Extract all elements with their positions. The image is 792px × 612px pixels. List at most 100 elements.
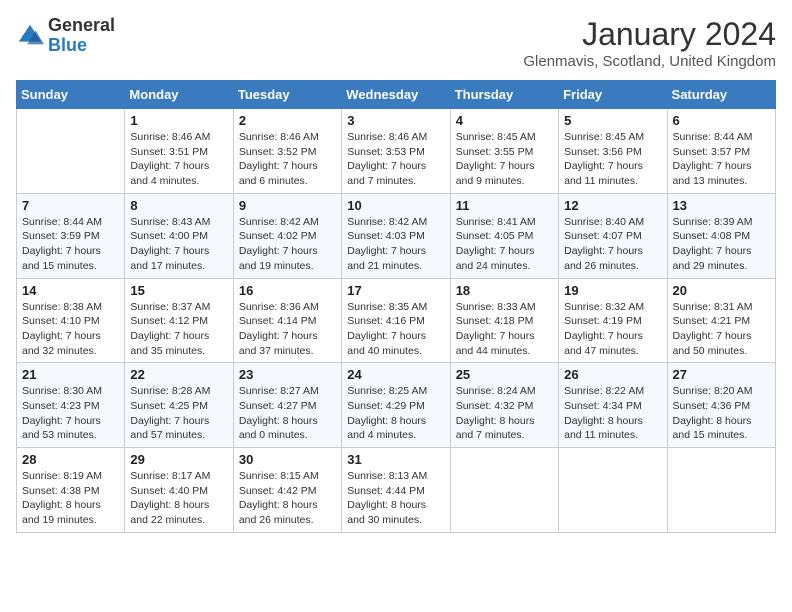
calendar-cell: 16 Sunrise: 8:36 AMSunset: 4:14 PMDayligh… (233, 278, 341, 363)
calendar-cell: 2 Sunrise: 8:46 AMSunset: 3:52 PMDaylight… (233, 109, 341, 194)
day-number: 30 (239, 452, 336, 467)
calendar-cell: 14 Sunrise: 8:38 AMSunset: 4:10 PMDayligh… (17, 278, 125, 363)
day-number: 8 (130, 198, 227, 213)
day-number: 25 (456, 367, 553, 382)
calendar-cell: 31 Sunrise: 8:13 AMSunset: 4:44 PMDayligh… (342, 448, 450, 533)
day-info: Sunrise: 8:15 AMSunset: 4:42 PMDaylight:… (239, 469, 336, 528)
calendar-cell: 26 Sunrise: 8:22 AMSunset: 4:34 PMDayligh… (559, 363, 667, 448)
calendar-cell: 1Sunrise: 8:46 AMSunset: 3:51 PMDaylight… (125, 109, 233, 194)
calendar-cell: 29Sunrise: 8:17 AMSunset: 4:40 PMDayligh… (125, 448, 233, 533)
day-number: 24 (347, 367, 444, 382)
calendar-cell: 23Sunrise: 8:27 AMSunset: 4:27 PMDayligh… (233, 363, 341, 448)
day-number: 26 (564, 367, 661, 382)
day-info: Sunrise: 8:41 AMSunset: 4:05 PMDaylight:… (456, 215, 553, 274)
weekday-header-tuesday: Tuesday (233, 81, 341, 109)
logo-text: General Blue (48, 16, 115, 56)
day-info: Sunrise: 8:44 AMSunset: 3:59 PMDaylight:… (22, 215, 119, 274)
day-number: 13 (673, 198, 770, 213)
calendar: SundayMondayTuesdayWednesdayThursdayFrid… (16, 80, 776, 533)
logo-blue: Blue (48, 36, 115, 56)
day-info: Sunrise: 8:38 AMSunset: 4:10 PMDaylight:… (22, 300, 119, 359)
week-row-3: 14 Sunrise: 8:38 AMSunset: 4:10 PMDayligh… (17, 278, 776, 363)
location: Glenmavis, Scotland, United Kingdom (523, 53, 776, 70)
day-info: Sunrise: 8:19 AMSunset: 4:38 PMDaylight:… (22, 469, 119, 528)
day-number: 2 (239, 113, 336, 128)
day-number: 21 (22, 367, 119, 382)
day-info: Sunrise: 8:45 AMSunset: 3:56 PMDaylight:… (564, 130, 661, 189)
calendar-cell: 12Sunrise: 8:40 AMSunset: 4:07 PMDayligh… (559, 193, 667, 278)
calendar-cell (667, 448, 775, 533)
day-info: Sunrise: 8:30 AMSunset: 4:23 PMDaylight:… (22, 384, 119, 443)
day-info: Sunrise: 8:37 AMSunset: 4:12 PMDaylight:… (130, 300, 227, 359)
calendar-cell: 24 Sunrise: 8:25 AMSunset: 4:29 PMDayligh… (342, 363, 450, 448)
weekday-header-saturday: Saturday (667, 81, 775, 109)
day-number: 16 (239, 283, 336, 298)
day-info: Sunrise: 8:22 AMSunset: 4:34 PMDaylight:… (564, 384, 661, 443)
day-number: 5 (564, 113, 661, 128)
day-info: Sunrise: 8:13 AMSunset: 4:44 PMDaylight:… (347, 469, 444, 528)
weekday-header-wednesday: Wednesday (342, 81, 450, 109)
day-number: 19 (564, 283, 661, 298)
day-info: Sunrise: 8:20 AMSunset: 4:36 PMDaylight:… (673, 384, 770, 443)
calendar-cell: 18 Sunrise: 8:33 AMSunset: 4:18 PMDayligh… (450, 278, 558, 363)
day-info: Sunrise: 8:46 AMSunset: 3:52 PMDaylight:… (239, 130, 336, 189)
calendar-cell (17, 109, 125, 194)
logo-general: General (48, 16, 115, 36)
day-number: 28 (22, 452, 119, 467)
calendar-cell: 22 Sunrise: 8:28 AMSunset: 4:25 PMDayligh… (125, 363, 233, 448)
day-number: 14 (22, 283, 119, 298)
day-info: Sunrise: 8:42 AMSunset: 4:03 PMDaylight:… (347, 215, 444, 274)
calendar-cell: 15 Sunrise: 8:37 AMSunset: 4:12 PMDayligh… (125, 278, 233, 363)
day-number: 9 (239, 198, 336, 213)
calendar-cell: 7 Sunrise: 8:44 AMSunset: 3:59 PMDaylight… (17, 193, 125, 278)
week-row-1: 1Sunrise: 8:46 AMSunset: 3:51 PMDaylight… (17, 109, 776, 194)
day-number: 15 (130, 283, 227, 298)
day-info: Sunrise: 8:27 AMSunset: 4:27 PMDaylight:… (239, 384, 336, 443)
day-number: 11 (456, 198, 553, 213)
calendar-cell: 20 Sunrise: 8:31 AMSunset: 4:21 PMDayligh… (667, 278, 775, 363)
day-info: Sunrise: 8:46 AMSunset: 3:53 PMDaylight:… (347, 130, 444, 189)
logo: General Blue (16, 16, 115, 56)
day-info: Sunrise: 8:36 AMSunset: 4:14 PMDaylight:… (239, 300, 336, 359)
weekday-header-sunday: Sunday (17, 81, 125, 109)
day-number: 4 (456, 113, 553, 128)
day-number: 31 (347, 452, 444, 467)
day-number: 3 (347, 113, 444, 128)
day-info: Sunrise: 8:28 AMSunset: 4:25 PMDaylight:… (130, 384, 227, 443)
day-number: 18 (456, 283, 553, 298)
calendar-cell: 10 Sunrise: 8:42 AMSunset: 4:03 PMDayligh… (342, 193, 450, 278)
calendar-cell: 30 Sunrise: 8:15 AMSunset: 4:42 PMDayligh… (233, 448, 341, 533)
calendar-cell: 4 Sunrise: 8:45 AMSunset: 3:55 PMDaylight… (450, 109, 558, 194)
weekday-header-monday: Monday (125, 81, 233, 109)
week-row-4: 21 Sunrise: 8:30 AMSunset: 4:23 PMDayligh… (17, 363, 776, 448)
month-title: January 2024 (523, 16, 776, 53)
day-number: 6 (673, 113, 770, 128)
day-info: Sunrise: 8:31 AMSunset: 4:21 PMDaylight:… (673, 300, 770, 359)
calendar-cell: 21 Sunrise: 8:30 AMSunset: 4:23 PMDayligh… (17, 363, 125, 448)
day-number: 17 (347, 283, 444, 298)
weekday-header-friday: Friday (559, 81, 667, 109)
day-info: Sunrise: 8:40 AMSunset: 4:07 PMDaylight:… (564, 215, 661, 274)
weekday-header-thursday: Thursday (450, 81, 558, 109)
day-number: 27 (673, 367, 770, 382)
day-info: Sunrise: 8:45 AMSunset: 3:55 PMDaylight:… (456, 130, 553, 189)
page-header: General Blue January 2024 Glenmavis, Sco… (16, 16, 776, 70)
calendar-cell: 17Sunrise: 8:35 AMSunset: 4:16 PMDayligh… (342, 278, 450, 363)
day-info: Sunrise: 8:33 AMSunset: 4:18 PMDaylight:… (456, 300, 553, 359)
calendar-cell: 3 Sunrise: 8:46 AMSunset: 3:53 PMDaylight… (342, 109, 450, 194)
day-info: Sunrise: 8:42 AMSunset: 4:02 PMDaylight:… (239, 215, 336, 274)
calendar-cell: 27 Sunrise: 8:20 AMSunset: 4:36 PMDayligh… (667, 363, 775, 448)
day-number: 29 (130, 452, 227, 467)
day-number: 7 (22, 198, 119, 213)
day-number: 20 (673, 283, 770, 298)
day-number: 22 (130, 367, 227, 382)
day-info: Sunrise: 8:25 AMSunset: 4:29 PMDaylight:… (347, 384, 444, 443)
logo-icon (16, 22, 44, 50)
day-info: Sunrise: 8:39 AMSunset: 4:08 PMDaylight:… (673, 215, 770, 274)
day-number: 10 (347, 198, 444, 213)
calendar-cell: 25 Sunrise: 8:24 AMSunset: 4:32 PMDayligh… (450, 363, 558, 448)
day-number: 1 (130, 113, 227, 128)
day-info: Sunrise: 8:24 AMSunset: 4:32 PMDaylight:… (456, 384, 553, 443)
calendar-cell: 13 Sunrise: 8:39 AMSunset: 4:08 PMDayligh… (667, 193, 775, 278)
weekday-header-row: SundayMondayTuesdayWednesdayThursdayFrid… (17, 81, 776, 109)
